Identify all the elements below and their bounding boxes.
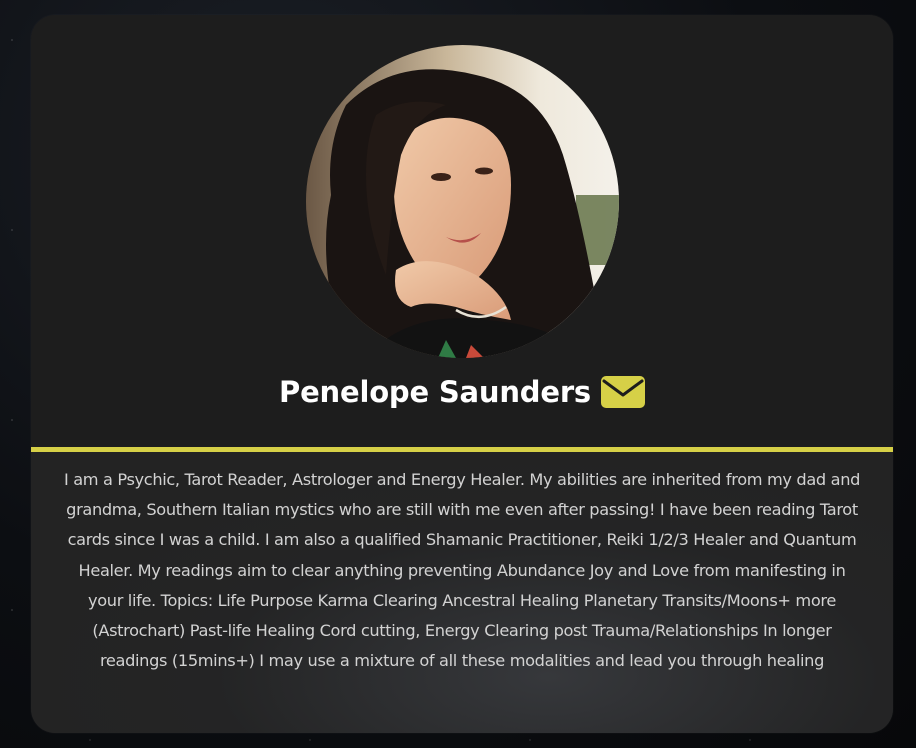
- envelope-icon[interactable]: [600, 376, 645, 408]
- profile-photo: [306, 45, 619, 358]
- profile-name: Penelope Saunders: [279, 375, 591, 409]
- profile-card: Penelope Saunders I am a Psychic, Tarot …: [31, 15, 893, 733]
- avatar: [306, 45, 619, 358]
- profile-bio: I am a Psychic, Tarot Reader, Astrologer…: [63, 470, 861, 671]
- name-row: Penelope Saunders: [31, 367, 893, 417]
- accent-divider: [31, 447, 893, 452]
